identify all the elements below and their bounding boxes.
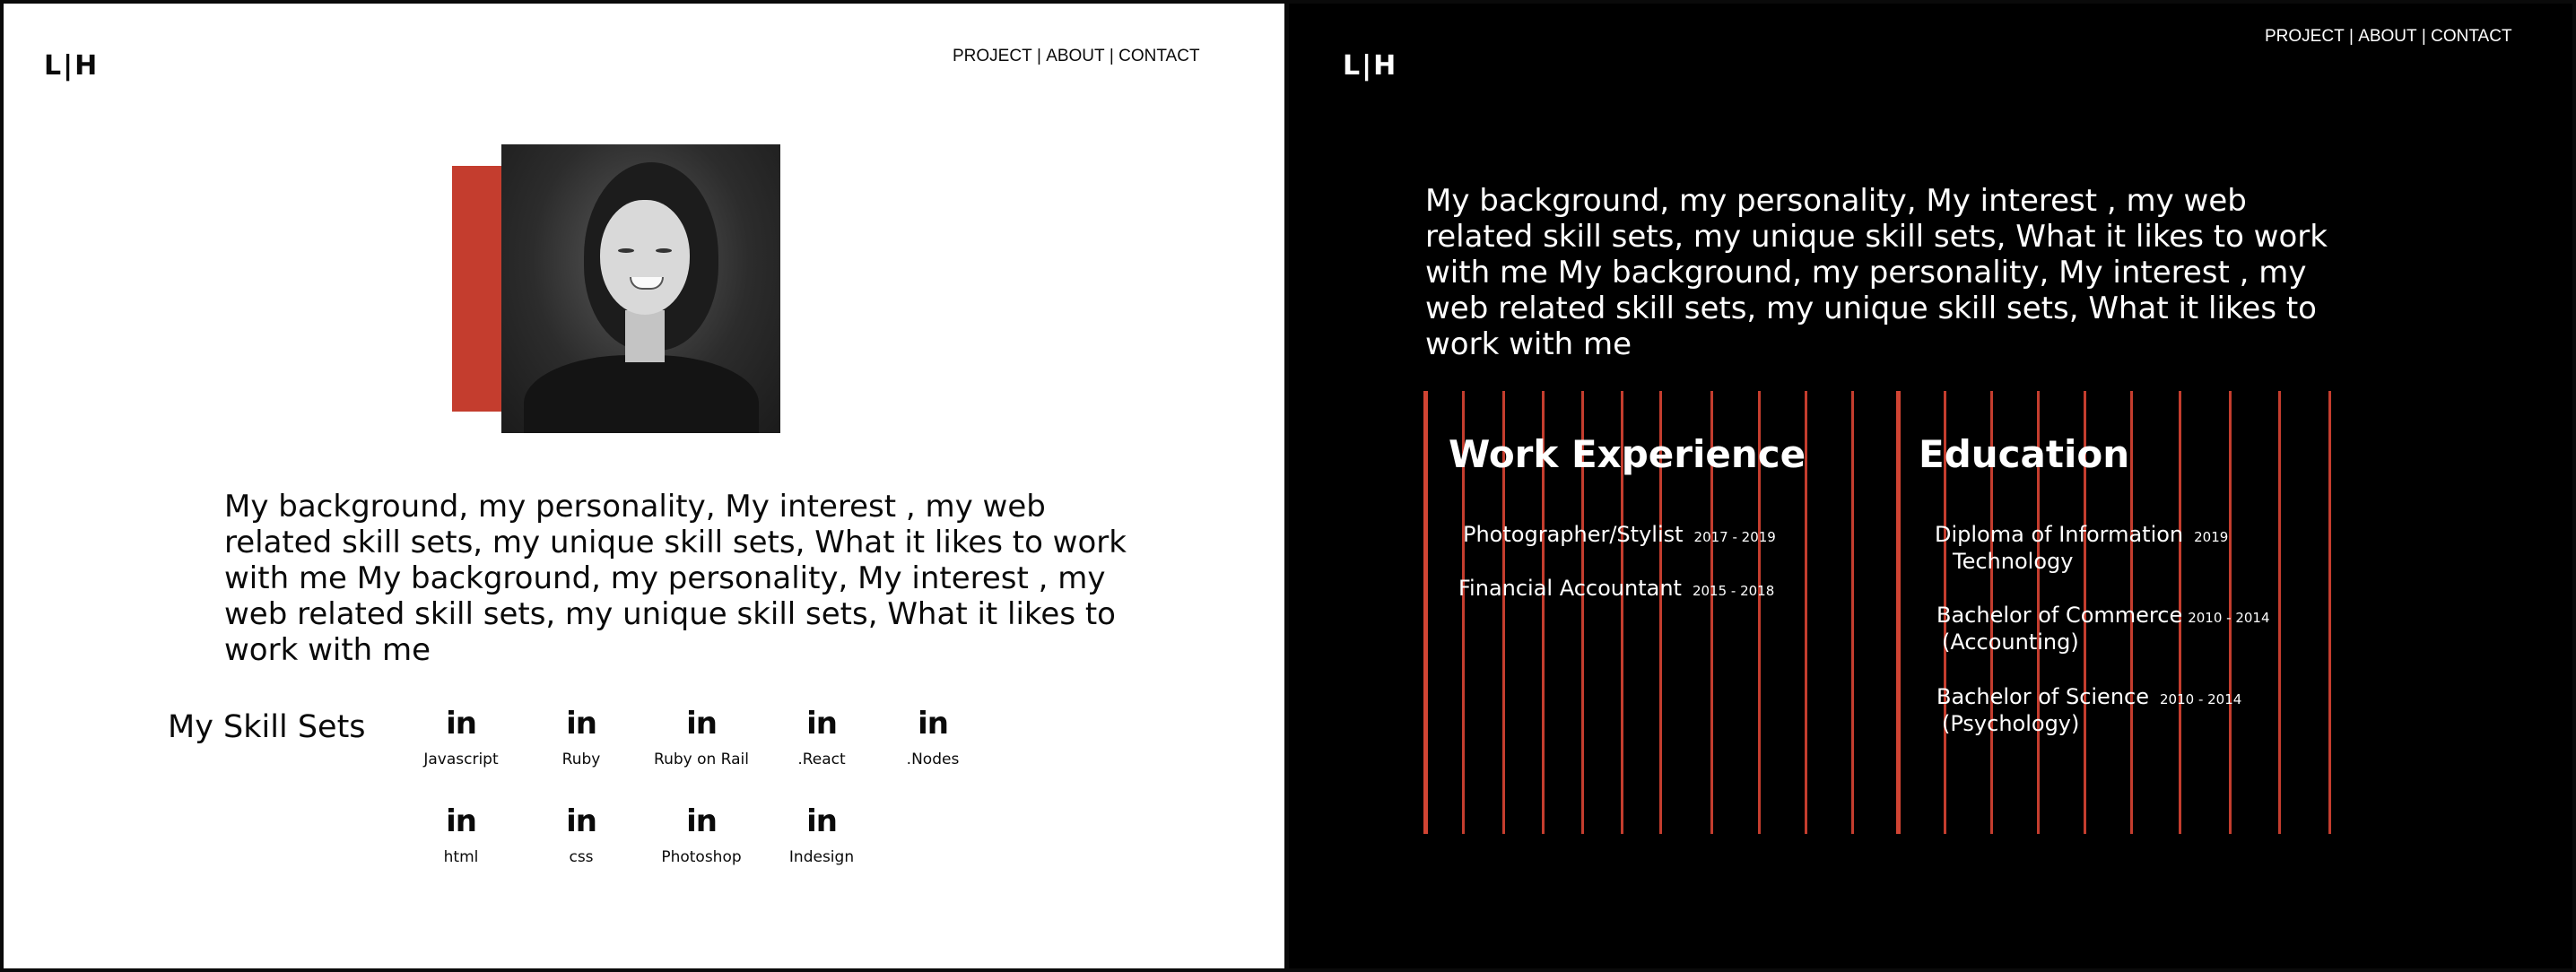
work-title: Financial Accountant	[1458, 576, 1682, 601]
bio-text: My background, my personality, My intere…	[224, 489, 1127, 668]
top-nav: PROJECT | ABOUT | CONTACT	[2265, 27, 2512, 47]
skill-label: css	[569, 848, 594, 866]
linkedin-in-icon[interactable]: in	[768, 707, 875, 740]
education-years: 2010 - 2014	[2188, 610, 2270, 626]
nav-project-link[interactable]: PROJECT	[953, 47, 1032, 66]
decorative-stripe	[1896, 391, 1901, 834]
education-entry: Bachelor of Commerce 2010 - 2014 (Account…	[1936, 602, 2270, 655]
nav-separator: |	[1104, 47, 1119, 65]
work-years: 2015 - 2018	[1692, 583, 1775, 599]
skills-heading: My Skill Sets	[168, 709, 366, 745]
nav-about-link[interactable]: ABOUT	[2358, 27, 2416, 47]
skill-item: in .React	[768, 707, 875, 768]
nav-separator: |	[2344, 27, 2359, 46]
education-title: Bachelor of Science	[1936, 684, 2149, 709]
linkedin-in-icon[interactable]: in	[407, 805, 515, 837]
skill-label: Javascript	[423, 751, 499, 768]
skill-item: in Indesign	[768, 805, 875, 866]
education-years: 2019	[2194, 529, 2229, 545]
education-years: 2010 - 2014	[2160, 691, 2242, 707]
nav-project-link[interactable]: PROJECT	[2265, 27, 2345, 47]
work-years: 2017 - 2019	[1693, 529, 1776, 545]
decorative-stripe	[1423, 391, 1428, 834]
linkedin-in-icon[interactable]: in	[527, 805, 635, 837]
linkedin-in-icon[interactable]: in	[407, 707, 515, 740]
skill-item: in css	[527, 805, 635, 866]
skill-label: Photoshop	[661, 848, 742, 866]
nav-separator: |	[2416, 27, 2432, 46]
nav-about-link[interactable]: ABOUT	[1046, 47, 1104, 66]
nav-separator: |	[1031, 47, 1047, 65]
decorative-stripe	[2328, 391, 2331, 834]
work-entry: Financial Accountant 2015 - 2018	[1458, 575, 1774, 602]
education-subtitle: (Psychology)	[1942, 711, 2080, 736]
work-experience-heading: Work Experience	[1449, 432, 1806, 476]
education-entry: Bachelor of Science 2010 - 2014 (Psycholo…	[1936, 683, 2241, 737]
skill-label: Indesign	[788, 848, 855, 866]
work-title: Photographer/Stylist	[1463, 522, 1684, 547]
skill-item: in Photoshop	[648, 805, 755, 866]
skill-item: in Javascript	[407, 707, 515, 768]
skill-item: in Ruby on Rail	[648, 707, 755, 768]
light-panel: L|H PROJECT | ABOUT | CONTACT My backgro…	[4, 4, 1284, 968]
skill-item: in Ruby	[527, 707, 635, 768]
decorative-stripe	[2278, 391, 2281, 834]
skill-label: .React	[797, 751, 846, 768]
education-title: Diploma of Information	[1935, 522, 2184, 547]
linkedin-in-icon[interactable]: in	[768, 805, 875, 837]
top-nav: PROJECT | ABOUT | CONTACT	[953, 47, 1200, 66]
education-subtitle: Technology	[1953, 549, 2074, 574]
skill-label: .Nodes	[906, 751, 960, 768]
linkedin-in-icon[interactable]: in	[527, 707, 635, 740]
linkedin-in-icon[interactable]: in	[648, 805, 755, 837]
linkedin-in-icon[interactable]: in	[648, 707, 755, 740]
skill-label: Ruby	[561, 751, 601, 768]
education-entry: Diploma of Information 2019 Technology	[1935, 521, 2228, 575]
nav-contact-link[interactable]: CONTACT	[1118, 47, 1199, 66]
profile-photo	[501, 144, 780, 433]
linkedin-in-icon[interactable]: in	[879, 707, 987, 740]
bio-text: My background, my personality, My intere…	[1425, 183, 2328, 362]
nav-contact-link[interactable]: CONTACT	[2431, 27, 2511, 47]
dark-panel: L|H PROJECT | ABOUT | CONTACT My backgro…	[1289, 4, 2572, 968]
skill-item: in .Nodes	[879, 707, 987, 768]
skill-label: Ruby on Rail	[654, 751, 749, 768]
work-entry: Photographer/Stylist 2017 - 2019	[1463, 521, 1776, 548]
education-subtitle: (Accounting)	[1942, 629, 2079, 655]
photo-accent-block	[452, 166, 504, 412]
logo[interactable]: L|H	[44, 50, 99, 82]
logo[interactable]: L|H	[1343, 50, 1397, 82]
skill-label: html	[443, 848, 479, 866]
skill-item: in html	[407, 805, 515, 866]
education-title: Bachelor of Commerce	[1936, 603, 2183, 628]
education-heading: Education	[1919, 432, 2130, 476]
decorative-stripe	[1851, 391, 1854, 834]
